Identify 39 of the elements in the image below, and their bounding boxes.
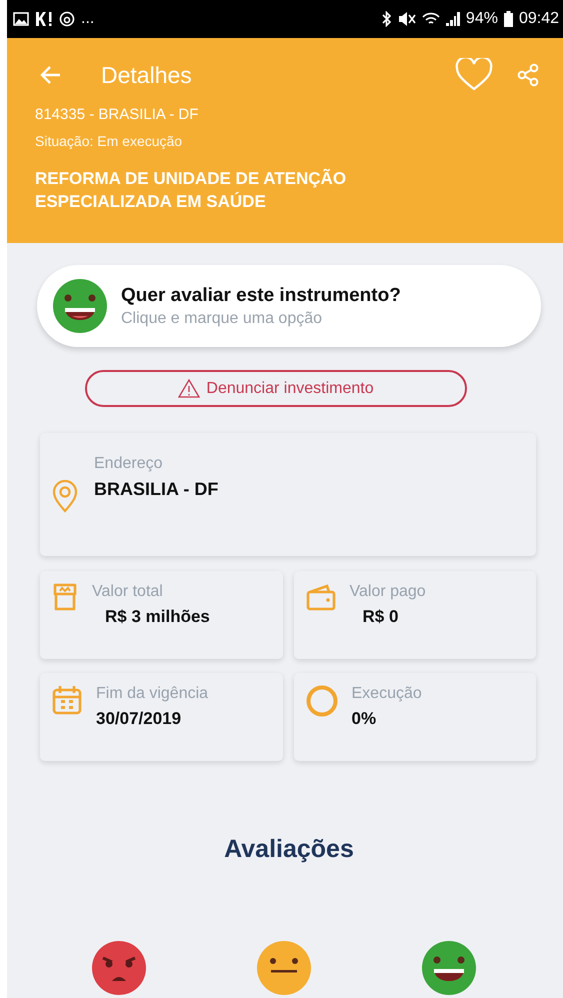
info-value: R$ 3 milhões xyxy=(104,607,210,627)
battery-icon xyxy=(504,11,513,27)
mute-icon xyxy=(398,11,416,27)
sync-icon xyxy=(59,11,75,27)
project-title: REFORMA DE UNIDADE DE ATENÇÃO ESPECIALIZADA EM SAÚDE xyxy=(35,168,348,213)
report-button[interactable]: Denunciar investimento xyxy=(85,370,467,407)
signal-icon xyxy=(446,11,460,27)
calendar-icon xyxy=(52,685,82,715)
info-value: 30/07/2019 xyxy=(96,709,182,729)
location-pin-icon xyxy=(52,480,78,513)
image-icon xyxy=(13,12,29,26)
notification-icon xyxy=(35,11,53,27)
address-label: Endereço xyxy=(94,455,164,473)
rate-prompt-card[interactable]: Quer avaliar este instrumento? Clique e marque uma opção xyxy=(37,265,541,347)
address-value: BRASILIA - DF xyxy=(94,479,218,500)
status-text: Situação: Em execução xyxy=(35,133,184,149)
neutral-face-button[interactable] xyxy=(256,940,312,996)
info-label: Valor pago xyxy=(350,583,426,601)
info-label: Valor total xyxy=(92,583,164,601)
rate-prompt-title: Quer avaliar este instrumento? xyxy=(121,284,401,306)
rate-prompt-subtitle: Clique e marque uma opção xyxy=(121,310,324,328)
angry-face-button[interactable] xyxy=(91,940,148,996)
info-value: 0% xyxy=(352,709,378,729)
store-icon xyxy=(52,583,78,611)
warning-icon xyxy=(178,379,200,398)
info-value: R$ 0 xyxy=(362,607,400,627)
happy-face-icon xyxy=(53,279,107,333)
info-label: Fim da vigência xyxy=(96,685,208,703)
more-notifications: ... xyxy=(81,10,94,28)
page-title: Detalhes xyxy=(101,62,193,88)
happy-face-button[interactable] xyxy=(420,940,477,996)
battery-percent: 94% xyxy=(466,10,498,28)
wallet-icon xyxy=(306,583,336,611)
clock: 09:42 xyxy=(518,10,559,28)
ratings-heading: Avaliações xyxy=(223,835,355,864)
instrument-code: 814335 - BRASILIA - DF xyxy=(35,106,200,123)
bluetooth-icon xyxy=(382,11,392,27)
progress-ring-icon xyxy=(306,685,338,717)
info-label: Execução xyxy=(352,685,422,703)
